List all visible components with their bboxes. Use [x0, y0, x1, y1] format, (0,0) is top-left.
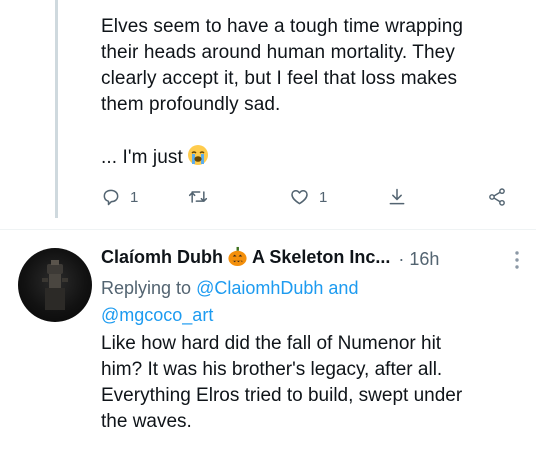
jack-o-lantern-emoji-icon: [227, 246, 248, 272]
tweet-text-line: Like how hard did the fall of Numenor hi…: [101, 333, 442, 354]
reply-button[interactable]: 1: [101, 187, 138, 207]
replying-to-label: Replying to: [101, 278, 192, 298]
loudly-crying-face-emoji-icon: [187, 144, 209, 174]
save-icon: [387, 187, 407, 207]
display-name-part: A Skeleton Inc...: [252, 247, 391, 267]
tweet-action-bar: 1 1: [101, 187, 521, 217]
share-button[interactable]: [486, 187, 508, 207]
thread-connector-line: [55, 0, 58, 218]
tweet-text-last-line: ... I'm just: [101, 144, 521, 174]
replying-to-line: Replying to @ClaiomhDubh and: [101, 275, 521, 301]
like-button[interactable]: 1: [289, 187, 327, 207]
parent-tweet-text: Elves seem to have a tough time wrapping…: [101, 14, 521, 174]
replying-to-line-2: @mgcoco_art: [101, 302, 521, 328]
reply-icon: [101, 187, 121, 207]
reply-tweet-text: Like how hard did the fall of Numenor hi…: [101, 331, 521, 435]
mention-link[interactable]: @mgcoco_art: [101, 305, 213, 325]
tweet-divider: [0, 229, 536, 230]
tweet-text-line: them profoundly sad.: [101, 94, 281, 115]
tweet-text-line: Elves seem to have a tough time wrapping: [101, 16, 464, 37]
tweet-text-line: him? It was his brother's legacy, after …: [101, 359, 443, 380]
tweet-text-line: Everything Elros tried to build, swept u…: [101, 385, 463, 406]
save-button[interactable]: [387, 187, 407, 207]
tweet-text-line: the waves.: [101, 411, 192, 432]
avatar[interactable]: [18, 248, 92, 322]
tweet-text-line: their heads around human mortality. They: [101, 42, 455, 63]
like-count: 1: [319, 188, 328, 206]
retweet-icon: [187, 187, 209, 207]
retweet-button[interactable]: [187, 187, 209, 207]
reply-header: Claíomh Dubh A Skeleton Inc... · 16h: [101, 244, 521, 274]
reply-display-name[interactable]: Claíomh Dubh A Skeleton Inc...: [101, 246, 390, 272]
reply-tweet: Claíomh Dubh A Skeleton Inc... · 16h Rep…: [101, 244, 521, 435]
heart-icon: [289, 187, 310, 207]
more-options-icon[interactable]: [513, 250, 521, 275]
display-name-part: Claíomh Dubh: [101, 247, 223, 267]
share-icon: [486, 187, 508, 207]
tweet-text-line: clearly accept it, but I feel that loss …: [101, 68, 458, 89]
reply-count: 1: [130, 188, 139, 206]
tweet-text-fragment: ... I'm just: [101, 147, 183, 168]
timestamp[interactable]: · 16h: [398, 249, 439, 270]
mention-link[interactable]: @ClaiomhDubh: [196, 278, 323, 298]
replying-and-label: and: [328, 278, 359, 298]
